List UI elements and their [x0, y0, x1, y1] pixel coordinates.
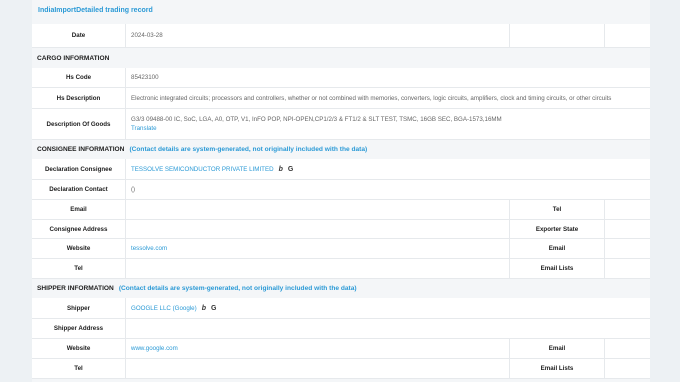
goods-row: Description Of Goods G3/3 09488-00 IC, S… [32, 109, 650, 140]
hs-desc-row: Hs Description Electronic integrated cir… [32, 88, 650, 109]
consignee-tel-value [126, 259, 510, 278]
trade-record-page: IndiaImportDetailed trading record Date … [32, 0, 650, 382]
shipper-address-row: Shipper Address [32, 319, 650, 339]
consignee-email-lists-value [605, 259, 650, 278]
consignee-email-right-value [605, 239, 650, 258]
hs-code-label: Hs Code [32, 68, 126, 87]
page-title: IndiaImportDetailed trading record [38, 7, 153, 14]
shipper-section-heading: SHIPPER INFORMATION (Contact details are … [32, 279, 650, 298]
shipper-tel-label: Tel [32, 359, 126, 378]
email-row: Email Tel [32, 200, 650, 220]
declaration-contact-label: Declaration Contact [32, 180, 126, 199]
bing-icon[interactable]: b [202, 305, 206, 312]
cargo-heading-text: CARGO INFORMATION [37, 55, 110, 62]
cargo-section-heading: CARGO INFORMATION [32, 49, 650, 68]
declaration-contact-value: () [131, 186, 136, 193]
shipper-heading-text: SHIPPER INFORMATION [37, 285, 114, 292]
consignee-section-heading: CONSIGNEE INFORMATION (Contact details ar… [32, 140, 650, 159]
declaration-consignee-cell: TESSOLVE SEMICONDUCTOR PRIVATE LIMITED b… [126, 159, 650, 179]
shipper-cell: GOOGLE LLC (Google) b G [126, 298, 650, 318]
consignee-website-label: Website [32, 239, 126, 258]
shipper-address-value [126, 319, 650, 338]
consignee-website-row: Website tessolve.com Email [32, 239, 650, 259]
google-icon[interactable]: G [211, 305, 216, 312]
shipper-website-row: Website www.google.com Email [32, 339, 650, 359]
shipper-website-link[interactable]: www.google.com [131, 345, 178, 352]
date-label: Date [32, 24, 126, 47]
shipper-website-label: Website [32, 339, 126, 358]
consignee-note: (Contact details are system-generated, n… [129, 146, 368, 153]
shipper-link[interactable]: GOOGLE LLC (Google) [131, 305, 197, 312]
email-label: Email [32, 200, 126, 219]
consignee-email-right-label: Email [510, 239, 605, 258]
shipper-email-right-label: Email [510, 339, 605, 358]
bing-icon[interactable]: b [279, 166, 283, 173]
goods-value: G3/3 09488-00 IC, SoC, LGA, A0, OTP, V1,… [131, 116, 502, 123]
shipper-tel-row: Tel Email Lists [32, 359, 650, 379]
consignee-address-row: Consignee Address Exporter State [32, 220, 650, 239]
shipper-note: (Contact details are system-generated, n… [118, 285, 357, 292]
empty-cell [510, 24, 605, 47]
consignee-website-link[interactable]: tessolve.com [131, 245, 167, 252]
google-icon[interactable]: G [288, 166, 293, 173]
shipper-email-lists-label: Email Lists [510, 359, 605, 378]
shipper-email-lists-value [605, 359, 650, 378]
hs-desc-label: Hs Description [32, 88, 126, 108]
consignee-address-value [126, 220, 510, 238]
shipper-address-label: Shipper Address [32, 319, 126, 338]
goods-value-cell: G3/3 09488-00 IC, SoC, LGA, A0, OTP, V1,… [126, 109, 650, 139]
consignee-tel-label: Tel [32, 259, 126, 278]
search-engine-icons: b G [279, 166, 294, 173]
declaration-consignee-row: Declaration Consignee TESSOLVE SEMICONDU… [32, 159, 650, 180]
consignee-website-cell: tessolve.com [126, 239, 510, 258]
hs-code-value: 85423100 [131, 74, 159, 81]
date-row: Date 2024-03-28 [32, 24, 650, 48]
tel-right-value [605, 200, 650, 219]
date-value: 2024-03-28 [126, 24, 510, 47]
shipper-row: Shipper GOOGLE LLC (Google) b G [32, 298, 650, 319]
exporter-state-label: Exporter State [510, 220, 605, 238]
hs-code-row: Hs Code 85423100 [32, 68, 650, 88]
goods-label: Description Of Goods [32, 109, 126, 139]
exporter-state-value [605, 220, 650, 238]
email-value [126, 200, 510, 219]
declaration-contact-row: Declaration Contact () [32, 180, 650, 200]
translate-link[interactable]: Translate [131, 124, 157, 133]
shipper-website-cell: www.google.com [126, 339, 510, 358]
consignee-address-label: Consignee Address [32, 220, 126, 238]
declaration-consignee-link[interactable]: TESSOLVE SEMICONDUCTOR PRIVATE LIMITED [131, 166, 274, 173]
search-engine-icons: b G [202, 305, 217, 312]
empty-cell [605, 24, 650, 47]
declaration-consignee-label: Declaration Consignee [32, 159, 126, 179]
hs-desc-value: Electronic integrated circuits; processo… [131, 94, 612, 102]
shipper-label: Shipper [32, 298, 126, 318]
shipper-tel-value [126, 359, 510, 378]
consignee-email-lists-label: Email Lists [510, 259, 605, 278]
consignee-tel-row: Tel Email Lists [32, 259, 650, 279]
consignee-heading-text: CONSIGNEE INFORMATION [37, 146, 125, 153]
tel-right-label: Tel [510, 200, 605, 219]
shipper-email-right-value [605, 339, 650, 358]
